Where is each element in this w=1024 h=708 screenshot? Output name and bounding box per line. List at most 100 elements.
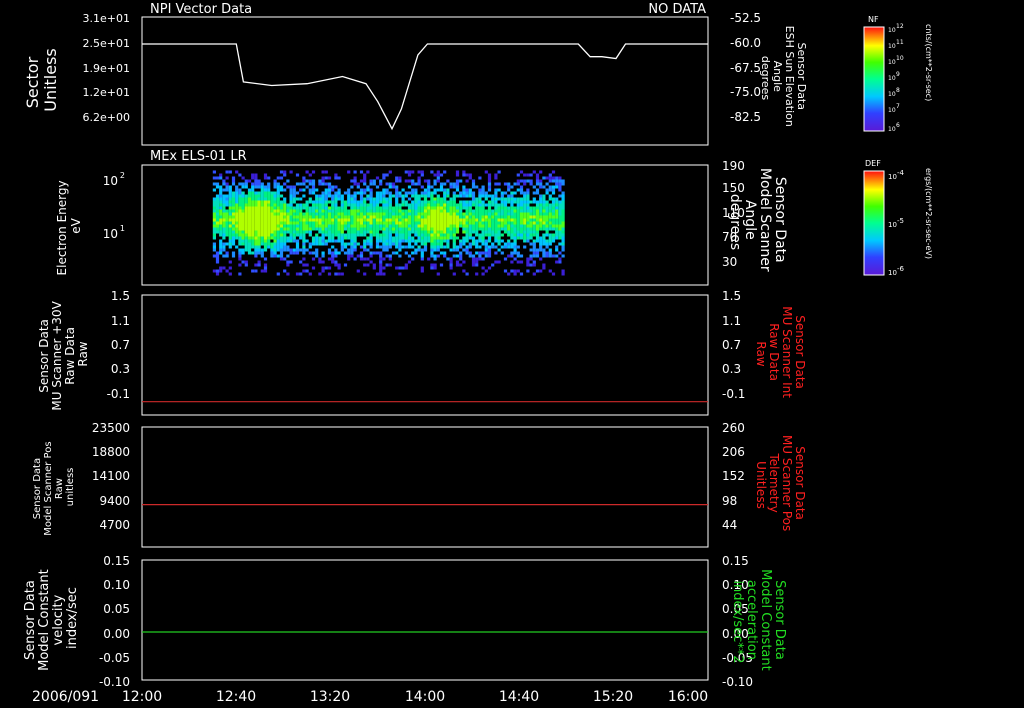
spectrogram-cell — [318, 203, 322, 207]
spectrogram-cell — [561, 248, 565, 252]
spectrogram-cell — [436, 230, 440, 234]
spectrogram-cell — [241, 212, 245, 216]
spectrogram-cell — [222, 206, 226, 210]
spectrogram-cell — [494, 182, 498, 186]
spectrogram-cell — [529, 209, 533, 213]
spectrogram-cell — [276, 224, 280, 228]
spectrogram-cell — [561, 239, 565, 243]
spectrogram-cell — [267, 188, 271, 192]
spectrogram-cell — [295, 206, 300, 210]
spectrogram-cell — [542, 185, 546, 189]
spectrogram-cell — [231, 182, 236, 186]
spectrogram-cell — [331, 194, 335, 198]
spectrogram-cell — [407, 215, 412, 219]
colorbar-def-units: ergs/(cm**2-sr-sec-eV) — [924, 168, 933, 259]
spectrogram-cell — [465, 215, 469, 219]
spectrogram-cell — [395, 188, 399, 192]
spectrogram-cell — [340, 233, 344, 237]
spectrogram-cell — [407, 197, 412, 201]
spectrogram-cell — [423, 227, 428, 231]
cb-tick: 10 — [888, 43, 896, 50]
spectrogram-cell — [318, 218, 322, 222]
spectrogram-cell — [503, 182, 508, 186]
spectrogram-cell — [395, 236, 399, 240]
spectrogram-cell — [443, 230, 447, 234]
spectrogram-cell — [487, 248, 492, 252]
spectrogram-cell — [455, 170, 460, 174]
spectrogram-cell — [238, 233, 242, 237]
spectrogram-cell — [241, 233, 245, 237]
spectrogram-cell — [251, 182, 255, 186]
spectrogram-cell — [539, 257, 543, 261]
spectrogram-cell — [347, 251, 351, 255]
spectrogram-cell — [433, 257, 437, 261]
spectrogram-cell — [331, 203, 335, 207]
spectrogram-cell — [247, 200, 252, 204]
spectrogram-cell — [251, 185, 255, 189]
spectrogram-cell — [267, 227, 271, 231]
spectrogram-cell — [487, 254, 492, 258]
spectrogram-cell — [251, 212, 255, 216]
spectrogram-cell — [283, 242, 287, 246]
spectrogram-cell — [315, 236, 319, 240]
spectrogram-cell — [465, 191, 469, 195]
colorbar-nf: NF 10 12 10 11 10 10 10 9 10 8 10 7 10 6… — [863, 15, 933, 133]
spectrogram-cell — [555, 248, 559, 252]
spectrogram-cell — [257, 260, 261, 264]
spectrogram-cell — [215, 224, 220, 228]
spectrogram-cell — [532, 197, 536, 201]
spectrogram-cell — [555, 203, 559, 207]
label-line: unitless — [65, 468, 76, 507]
spectrogram-cell — [273, 197, 277, 201]
spectrogram-cell — [411, 209, 415, 213]
spectrogram-cell — [276, 203, 280, 207]
tick-label: 190 — [722, 159, 745, 173]
spectrogram-cell — [478, 176, 482, 180]
spectrogram-cell — [292, 206, 296, 210]
spectrogram-cell — [535, 269, 540, 273]
spectrogram-cell — [487, 218, 492, 222]
spectrogram-cell — [417, 194, 421, 198]
spectrogram-cell — [263, 218, 268, 222]
spectrogram-cell — [526, 269, 530, 273]
spectrogram-cell — [212, 254, 216, 258]
label-line: Sensor Data — [772, 177, 788, 263]
spectrogram-cell — [443, 182, 447, 186]
spectrogram-cell — [433, 266, 437, 270]
spectrogram-cell — [404, 236, 408, 240]
spectrogram-cell — [260, 203, 264, 207]
spectrogram-cell — [356, 182, 360, 186]
spectrogram-cell — [369, 218, 373, 222]
spectrogram-cell — [215, 221, 220, 225]
spectrogram-cell — [548, 269, 552, 273]
spectrogram-cell — [471, 179, 476, 183]
spectrogram-cell — [484, 233, 488, 237]
spectrogram-cell — [286, 206, 290, 210]
spectrogram-cell — [324, 224, 328, 228]
spectrogram-cell — [436, 242, 440, 246]
spectrogram-cell — [523, 173, 527, 177]
spectrogram-cell — [337, 176, 341, 180]
spectrogram-cell — [407, 209, 412, 213]
spectrogram-cell — [219, 212, 223, 216]
spectrogram-cell — [414, 182, 418, 186]
spectrogram-cell — [535, 200, 540, 204]
spectrogram-cell — [244, 233, 248, 237]
spectrogram-cell — [353, 245, 357, 249]
spectrogram-cell — [369, 215, 373, 219]
spectrogram-cell — [219, 239, 223, 243]
spectrogram-cell — [308, 251, 312, 255]
spectrogram-cell — [337, 230, 341, 234]
spectrogram-cell — [363, 248, 367, 252]
spectrogram-cell — [299, 248, 303, 252]
spectrogram-cell — [388, 182, 392, 186]
spectrogram-cell — [465, 173, 469, 177]
spectrogram-cell — [555, 209, 559, 213]
spectrogram-cell — [340, 197, 344, 201]
spectrogram-cell — [475, 215, 479, 219]
spectrogram-cell — [254, 203, 258, 207]
spectrogram-cell — [350, 254, 354, 258]
spectrogram-cell — [375, 209, 380, 213]
spectrogram-cell — [225, 212, 229, 216]
spectrogram-cell — [503, 215, 508, 219]
